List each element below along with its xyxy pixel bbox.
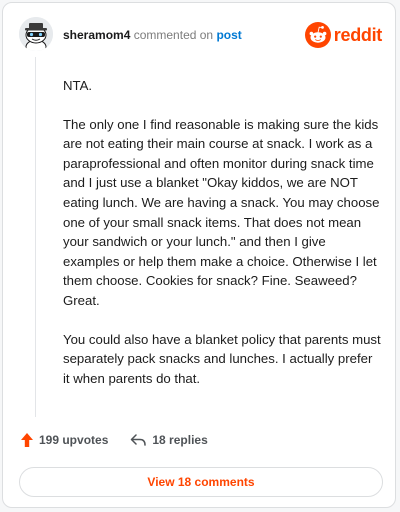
upvote-button[interactable]: 199 upvotes (21, 433, 108, 447)
view-comments-button[interactable]: View 18 comments (19, 467, 383, 497)
replies-button[interactable]: 18 replies (130, 433, 208, 447)
comment-footer: 199 upvotes 18 replies (21, 433, 208, 447)
upvote-arrow-icon (21, 433, 33, 447)
reddit-alien-icon (304, 22, 331, 48)
comment-paragraph: The only one I find reasonable is making… (63, 116, 380, 308)
reddit-wordmark: reddit (333, 24, 383, 45)
comment-card: sheramom4 commented on post reddit NTA. … (2, 2, 396, 508)
username-link[interactable]: sheramom4 (63, 28, 130, 42)
comment-paragraph: NTA. (63, 78, 93, 93)
comment-body: NTA. The only one I find reasonable is m… (63, 76, 381, 407)
avatar[interactable] (19, 17, 53, 51)
comment-header: sheramom4 commented on post (63, 28, 242, 42)
post-link[interactable]: post (216, 28, 241, 42)
reply-count: 18 replies (152, 433, 208, 447)
reply-arrow-icon (131, 434, 147, 446)
snoo-avatar-icon (19, 17, 53, 51)
comment-paragraph: You could also have a blanket policy tha… (63, 331, 381, 386)
view-comments-label: View 18 comments (147, 475, 255, 489)
reddit-logo[interactable]: reddit (304, 22, 383, 48)
action-text: commented on (133, 28, 214, 42)
upvote-count: 199 upvotes (39, 433, 109, 447)
thread-line (35, 57, 36, 417)
